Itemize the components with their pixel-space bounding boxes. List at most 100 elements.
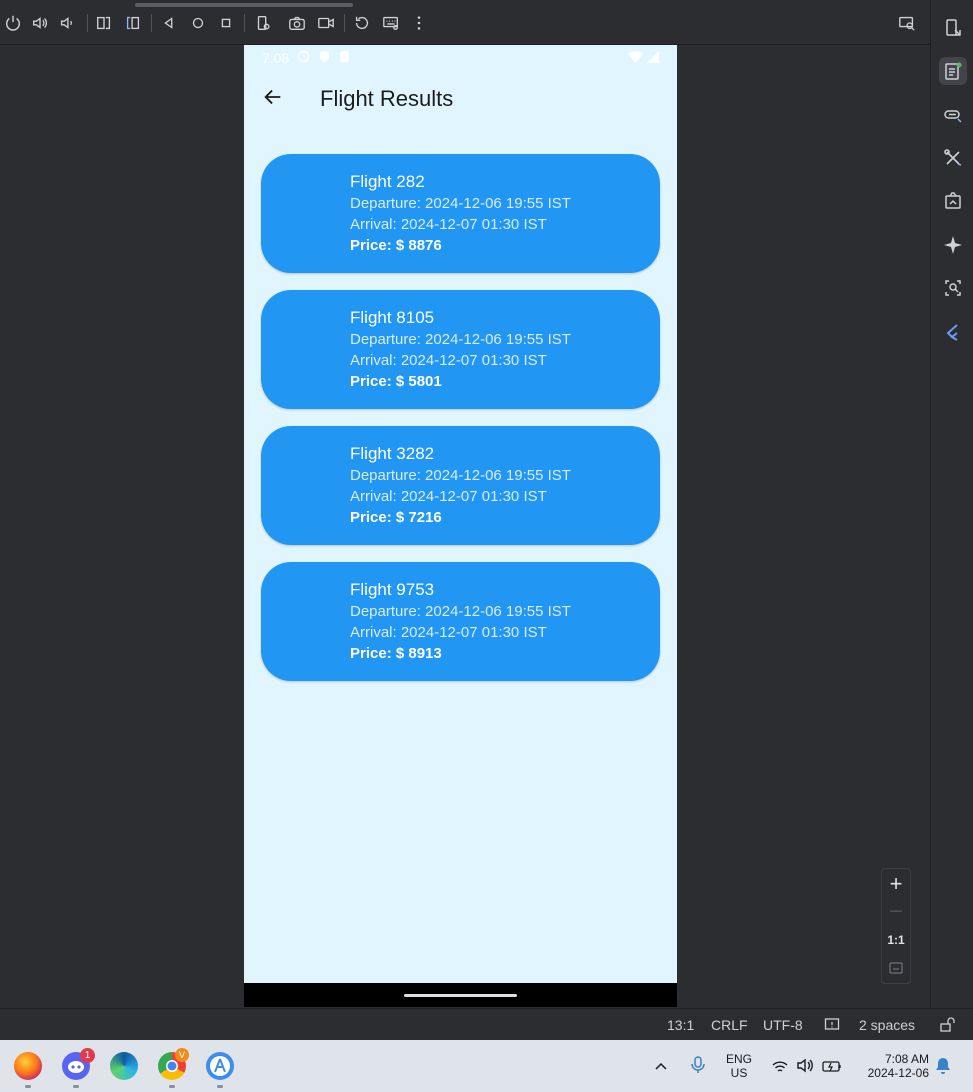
language-indicator[interactable]: ENG US [722, 1052, 756, 1080]
back-button[interactable] [245, 71, 301, 127]
tools-icon[interactable] [939, 144, 967, 172]
ide-status-bar: 13:1 CRLF UTF-8 2 spaces [0, 1008, 973, 1040]
flight-card[interactable]: Flight 8105 Departure: 2024-12-06 19:55 … [261, 290, 660, 409]
flight-departure: Departure: 2024-12-06 19:55 IST [350, 195, 571, 212]
keyboard-region: US [730, 1066, 748, 1080]
toolbar-separator [244, 14, 245, 32]
volume-down-icon[interactable] [57, 13, 77, 33]
flight-departure: Departure: 2024-12-06 19:55 IST [350, 331, 571, 348]
reset-icon[interactable] [352, 13, 372, 33]
tool-window-sidebar [930, 0, 973, 1040]
file-encoding[interactable]: UTF-8 [763, 1017, 803, 1033]
notification-bell-icon[interactable] [935, 1057, 951, 1079]
video-record-icon[interactable] [316, 13, 336, 33]
flutter-icon[interactable] [939, 318, 967, 346]
clock-time: 7:08 AM [884, 1052, 929, 1066]
zoom-out-button[interactable]: — [882, 903, 910, 917]
window-drag-handle[interactable] [135, 3, 353, 7]
battery-charging-icon[interactable] [822, 1058, 842, 1077]
app-running-indicator [169, 1085, 175, 1088]
zoom-controls: + — 1:1 [881, 868, 911, 984]
sim-card-icon [339, 50, 350, 66]
android-nav-bar [244, 983, 677, 1007]
android-status-bar: 7:08 [244, 45, 677, 71]
rotate-left-icon[interactable] [94, 13, 114, 33]
app-running-indicator [73, 1085, 79, 1088]
windows-taskbar: 1 V ENG US 7:08 AM 2024-12-06 [0, 1040, 973, 1092]
more-vert-icon[interactable] [409, 13, 429, 33]
sparkle-icon[interactable] [939, 231, 967, 259]
speaker-icon[interactable] [797, 1058, 814, 1077]
clock-status-icon [297, 50, 310, 66]
device-mirror-icon[interactable] [897, 13, 917, 33]
flight-title: Flight 282 [350, 172, 425, 191]
edge-icon[interactable] [110, 1052, 138, 1080]
link-icon[interactable] [939, 101, 967, 129]
firefox-icon[interactable] [14, 1052, 42, 1080]
caret-position[interactable]: 13:1 [667, 1017, 694, 1033]
flight-title: Flight 8105 [350, 308, 435, 327]
toolbar-separator [151, 14, 152, 32]
toolbar-separator [87, 14, 88, 32]
arrow-back-icon [262, 86, 284, 112]
device-settings-icon[interactable] [253, 13, 273, 33]
app-bar: Flight Results [244, 71, 677, 127]
fit-screen-icon [889, 962, 903, 979]
zoom-actual-size-button[interactable]: 1:1 [882, 933, 910, 947]
clock-date: 2024-12-06 [867, 1066, 929, 1080]
phone-screen: 7:08 Flight Results Flight 282 Departure… [244, 45, 677, 1007]
notification-badge: 1 [80, 1048, 95, 1063]
chevron-up-icon[interactable] [654, 1058, 668, 1077]
flight-departure: Departure: 2024-12-06 19:55 IST [350, 467, 571, 484]
android-studio-icon[interactable] [206, 1052, 234, 1080]
microphone-icon[interactable] [690, 1056, 706, 1078]
system-clock[interactable]: 7:08 AM 2024-12-06 [855, 1052, 929, 1080]
home-circle-icon[interactable] [188, 13, 208, 33]
flight-price: Price: $ 7216 [350, 509, 442, 526]
gesture-nav-handle[interactable] [404, 994, 517, 997]
comment-icon[interactable] [824, 1017, 840, 1036]
flight-arrival: Arrival: 2024-12-07 01:30 IST [350, 624, 547, 641]
app-inspection-icon[interactable] [939, 187, 967, 215]
flight-card[interactable]: Flight 282 Departure: 2024-12-06 19:55 I… [261, 154, 660, 273]
layout-inspector-icon[interactable] [939, 274, 967, 302]
back-triangle-icon[interactable] [159, 13, 179, 33]
zoom-fit-button[interactable] [882, 961, 910, 980]
keyboard-icon[interactable] [381, 13, 401, 33]
wifi-icon[interactable] [772, 1059, 788, 1078]
page-title: Flight Results [320, 86, 454, 111]
toolbar-separator [344, 14, 345, 32]
power-icon[interactable] [3, 13, 23, 33]
flight-card[interactable]: Flight 9753 Departure: 2024-12-06 19:55 … [261, 562, 660, 681]
flight-title: Flight 9753 [350, 580, 435, 599]
flight-departure: Departure: 2024-12-06 19:55 IST [350, 603, 571, 620]
app-running-indicator [25, 1085, 31, 1088]
language-code: ENG [725, 1052, 752, 1066]
status-time: 7:08 [262, 50, 290, 66]
app-running-indicator [217, 1085, 223, 1088]
device-manager-icon[interactable] [939, 14, 967, 42]
flight-results-list: Flight 282 Departure: 2024-12-06 19:55 I… [244, 154, 677, 681]
flight-arrival: Arrival: 2024-12-07 01:30 IST [350, 488, 547, 505]
flight-price: Price: $ 8876 [350, 237, 442, 254]
wifi-status-icon [628, 50, 643, 66]
flight-arrival: Arrival: 2024-12-07 01:30 IST [350, 216, 547, 233]
rotate-right-icon[interactable] [123, 13, 143, 33]
unlock-icon[interactable] [939, 1017, 955, 1036]
line-ending[interactable]: CRLF [711, 1017, 748, 1033]
overview-square-icon[interactable] [216, 13, 236, 33]
camera-icon[interactable] [287, 13, 307, 33]
flight-arrival: Arrival: 2024-12-07 01:30 IST [350, 352, 547, 369]
cell-signal-icon [647, 50, 659, 66]
flight-price: Price: $ 8913 [350, 645, 442, 662]
flight-title: Flight 3282 [350, 444, 435, 463]
running-devices-icon[interactable] [939, 57, 967, 85]
zoom-in-button[interactable]: + [882, 871, 910, 897]
indent-setting[interactable]: 2 spaces [859, 1017, 915, 1033]
volume-up-icon[interactable] [30, 13, 50, 33]
emulator-toolbar [0, 0, 930, 45]
flight-price: Price: $ 5801 [350, 373, 442, 390]
profile-badge: V [175, 1048, 189, 1062]
flight-card[interactable]: Flight 3282 Departure: 2024-12-06 19:55 … [261, 426, 660, 545]
shield-status-icon [318, 50, 331, 66]
